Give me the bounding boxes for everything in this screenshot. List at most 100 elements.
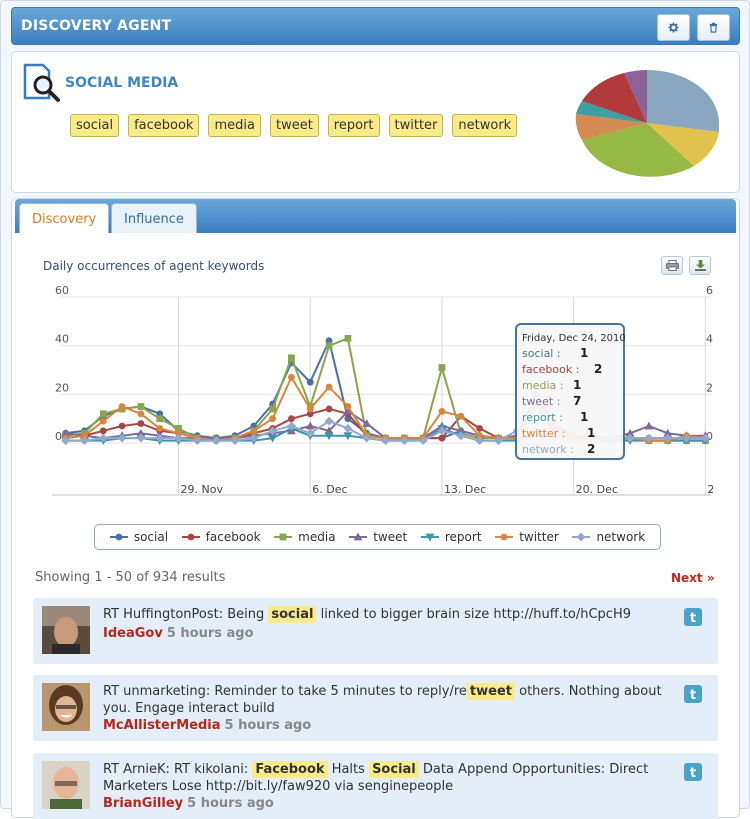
twitter-icon[interactable]: t	[684, 685, 702, 703]
legend-label: network	[596, 530, 646, 544]
legend-item-twitter[interactable]: twitter	[495, 530, 559, 544]
data-point	[343, 424, 353, 433]
y-tick-label: 20	[706, 381, 713, 394]
data-point	[99, 427, 107, 435]
tooltip-series-value: 1	[580, 346, 588, 360]
result-meta: IdeaGov 5 hours ago	[103, 626, 254, 641]
keyword-tag[interactable]: network	[452, 114, 518, 137]
keyword-occurrence-line-chart: 60402006040200 29. Nov6. Dec13. Dec20. D…	[52, 284, 713, 496]
data-point	[137, 403, 145, 410]
result-text: RT unmarketing: Reminder to take 5 minut…	[103, 683, 662, 716]
legend-label: media	[298, 530, 336, 544]
tab-panel: Discovery Influence Daily occurrences of…	[11, 198, 740, 819]
author-link[interactable]: IdeaGov	[103, 626, 163, 641]
svg-text:t: t	[690, 611, 696, 626]
legend-swatch	[420, 533, 439, 542]
y-tick-label: 0	[55, 430, 62, 443]
discovery-agent-widget: DISCOVERY AGENT SOCIAL MEDIA social face…	[0, 0, 750, 819]
data-point	[137, 420, 145, 427]
legend-label: twitter	[519, 530, 559, 544]
legend-swatch	[109, 533, 128, 541]
results-count: Showing 1 - 50 of 934 results	[35, 570, 226, 585]
data-point	[325, 405, 333, 413]
data-point	[457, 412, 465, 420]
print-chart-button[interactable]	[661, 256, 683, 275]
legend-swatch	[181, 533, 200, 541]
keyword-tag[interactable]: facebook	[128, 114, 200, 137]
legend-item-network[interactable]: network	[572, 530, 645, 544]
legend-item-facebook[interactable]: facebook	[181, 530, 261, 544]
legend-item-media[interactable]: media	[274, 530, 336, 544]
next-page-link[interactable]: Next »	[671, 571, 715, 585]
twitter-icon[interactable]: t	[684, 608, 702, 626]
data-point	[99, 410, 107, 418]
legend-item-report[interactable]: report	[420, 530, 482, 544]
keyword-tag[interactable]: tweet	[269, 114, 319, 137]
avatar	[42, 761, 90, 809]
data-point	[644, 421, 654, 430]
export-chart-button[interactable]	[689, 256, 711, 275]
author-link[interactable]: McAllisterMedia	[103, 718, 221, 733]
keyword-tag[interactable]: twitter	[388, 114, 444, 137]
y-tick-label: 60	[55, 284, 69, 297]
tooltip-series-value: 1	[573, 378, 581, 392]
settings-button[interactable]	[657, 14, 690, 41]
result-text: RT HuffingtonPost: Being social linked t…	[103, 606, 631, 623]
result-meta: McAllisterMedia 5 hours ago	[103, 718, 311, 733]
y-tick-label: 20	[55, 381, 69, 394]
y-tick-label: 60	[706, 284, 713, 297]
tooltip-series-value: 2	[594, 362, 602, 376]
tab-influence[interactable]: Influence	[111, 203, 197, 233]
tab-bar: Discovery Influence	[15, 199, 736, 233]
svg-text:t: t	[690, 688, 696, 703]
data-point	[476, 425, 483, 432]
download-icon	[694, 260, 706, 271]
tooltip-series-value: 1	[587, 426, 595, 440]
delete-button[interactable]	[697, 14, 730, 41]
data-point	[344, 334, 352, 342]
data-point	[250, 427, 258, 435]
agent-title: SOCIAL MEDIA	[65, 75, 179, 91]
result-item: RT ArnieK: RT kikolani: Facebook Halts S…	[33, 753, 718, 819]
data-point	[156, 425, 164, 432]
legend-label: social	[133, 530, 169, 544]
svg-text:t: t	[690, 766, 696, 781]
x-tick-label: 27.	[707, 483, 713, 496]
keyword-tag[interactable]: social	[70, 114, 120, 137]
tooltip-series-label: report :	[522, 411, 563, 424]
legend-swatch	[495, 533, 514, 541]
twitter-icon[interactable]: t	[684, 763, 702, 781]
avatar	[42, 606, 90, 654]
pie-slice	[647, 70, 719, 132]
tooltip-series-value: 1	[580, 410, 588, 424]
keyword-tag[interactable]: media	[208, 114, 261, 137]
data-point	[187, 533, 195, 541]
x-tick-label: 13. Dec	[444, 483, 486, 496]
legend-item-tweet[interactable]: tweet	[349, 530, 407, 544]
widget-title: DISCOVERY AGENT	[21, 18, 172, 34]
data-point	[118, 403, 126, 410]
x-tick-label: 29. Nov	[181, 483, 224, 496]
data-point	[577, 532, 586, 542]
chart-tooltip: Friday, Dec 24, 2010 social : 1facebook …	[515, 323, 626, 460]
result-item: RT HuffingtonPost: Being social linked t…	[33, 598, 718, 664]
tooltip-series-value: 2	[587, 442, 595, 456]
data-point	[269, 415, 277, 423]
keyword-tag[interactable]: report	[327, 114, 380, 137]
y-tick-label: 40	[55, 333, 69, 346]
timestamp: 5 hours ago	[166, 626, 254, 641]
result-text: RT ArnieK: RT kikolani: Facebook Halts S…	[103, 761, 649, 794]
tooltip-series-label: media :	[522, 379, 563, 392]
tab-discovery[interactable]: Discovery	[19, 203, 110, 233]
tooltip-series-label: facebook :	[522, 363, 579, 376]
legend-swatch	[274, 533, 293, 541]
agent-summary-panel: SOCIAL MEDIA social facebook media tweet…	[11, 51, 740, 193]
tooltip-date: Friday, Dec 24, 2010	[522, 333, 626, 344]
tooltip-series-label: network :	[522, 443, 574, 456]
gear-icon	[668, 22, 679, 33]
data-point	[137, 410, 145, 418]
legend-item-social[interactable]: social	[109, 530, 169, 544]
data-point	[306, 405, 314, 413]
data-point	[288, 415, 295, 423]
tooltip-series-label: tweet :	[522, 395, 560, 408]
